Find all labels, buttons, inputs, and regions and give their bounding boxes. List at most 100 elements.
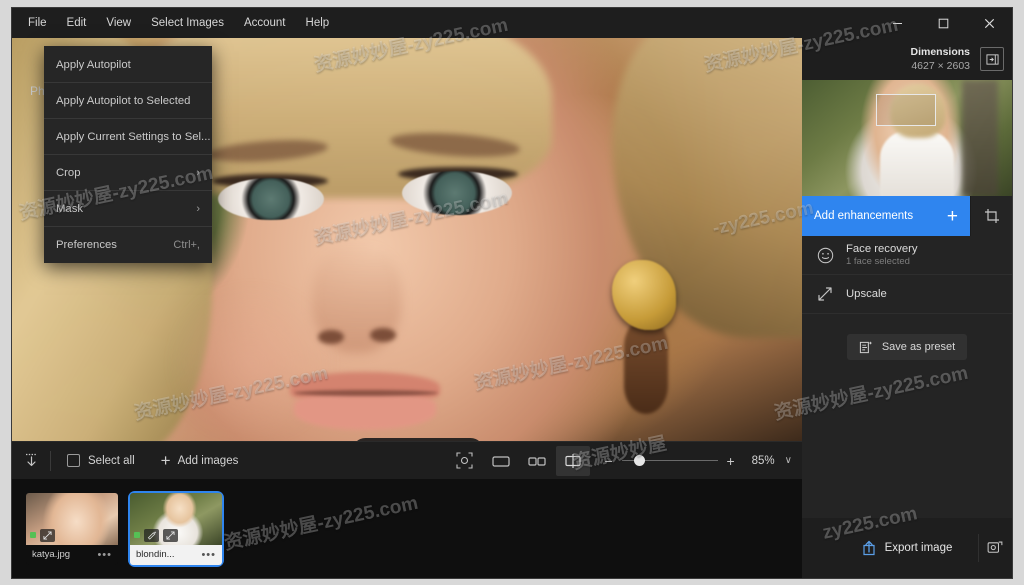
menu-separator: [44, 226, 212, 227]
menu-bar: File Edit View Select Images Account Hel…: [12, 8, 339, 38]
chevron-right-icon: ›: [196, 167, 200, 179]
thumbnail-badges: [134, 529, 178, 542]
zoom-slider[interactable]: [622, 454, 718, 468]
thumbnail-filmstrip: katya.jpg •••: [12, 479, 802, 578]
compare-view-button[interactable]: [556, 446, 590, 476]
thumbnail-image: [130, 493, 222, 545]
export-upload-icon: [862, 540, 876, 556]
photo-detail: [218, 178, 324, 220]
export-image-label: Export image: [885, 542, 953, 554]
edit-dropdown-menu[interactable]: Apply Autopilot Apply Autopilot to Selec…: [44, 46, 212, 263]
close-icon: [984, 18, 995, 29]
app-body: Preview Updated Select all + Add images: [12, 38, 1012, 578]
plus-icon: +: [947, 207, 958, 226]
menu-file[interactable]: File: [18, 11, 57, 35]
menu-separator: [44, 118, 212, 119]
thumbnail-more-button[interactable]: •••: [97, 549, 112, 561]
download-button[interactable]: [12, 442, 50, 480]
dimensions-bar: Dimensions 4627 × 2603: [802, 38, 1012, 80]
menu-item-apply-autopilot-to-selected[interactable]: Apply Autopilot to Selected: [44, 84, 212, 117]
dimensions-info: Dimensions 4627 × 2603: [910, 45, 970, 73]
expand-icon[interactable]: [40, 529, 55, 542]
zoom-out-button[interactable]: −: [602, 453, 616, 469]
fit-to-screen-button[interactable]: [448, 446, 482, 476]
upscale-arrows-icon: [816, 286, 834, 302]
menu-item-apply-current-settings[interactable]: Apply Current Settings to Sel...: [44, 120, 212, 153]
menu-item-apply-autopilot[interactable]: Apply Autopilot: [44, 48, 212, 81]
toolbar-divider: [50, 451, 51, 471]
enhancement-face-recovery[interactable]: Face recovery 1 face selected: [802, 236, 1012, 275]
status-dot-icon: [30, 532, 36, 538]
title-bar: File Edit View Select Images Account Hel…: [12, 8, 1012, 38]
maximize-button[interactable]: [920, 8, 966, 38]
download-icon: [24, 453, 39, 469]
maximize-icon: [938, 18, 949, 29]
photo-detail: [624, 318, 668, 414]
single-view-button[interactable]: [484, 446, 518, 476]
menu-separator: [44, 82, 212, 83]
dimensions-value: 4627 × 2603: [910, 59, 970, 73]
edits-applied-icon[interactable]: [144, 529, 159, 542]
single-view-icon: [492, 454, 510, 468]
select-all-checkbox[interactable]: [67, 454, 80, 467]
menu-item-label: Crop: [56, 167, 81, 179]
menu-item-preferences[interactable]: Preferences Ctrl+,: [44, 228, 212, 261]
crop-button[interactable]: [970, 196, 1012, 236]
select-all-control[interactable]: Select all: [67, 454, 135, 467]
dimensions-label: Dimensions: [910, 45, 970, 59]
panel-collapse-button[interactable]: [980, 47, 1004, 71]
menu-help[interactable]: Help: [296, 11, 340, 35]
menu-item-label: Mask: [56, 203, 83, 215]
thumbnail-blondin[interactable]: blondin... •••: [130, 493, 222, 565]
export-settings-button[interactable]: [978, 534, 1006, 562]
minimize-icon: [892, 18, 903, 29]
menu-view[interactable]: View: [96, 11, 141, 35]
smiley-face-icon: [816, 247, 834, 264]
thumbnail-filename: katya.jpg: [32, 549, 70, 560]
fit-to-screen-icon: [456, 452, 473, 469]
menu-select-images[interactable]: Select Images: [141, 11, 234, 35]
enhancement-name: Upscale: [846, 288, 887, 301]
export-bar: Export image: [802, 518, 1012, 578]
window-controls: [874, 8, 1012, 38]
zoom-slider-knob[interactable]: [634, 455, 645, 466]
add-images-label: Add images: [178, 455, 239, 467]
close-button[interactable]: [966, 8, 1012, 38]
save-preset-label: Save as preset: [882, 341, 955, 353]
menu-account[interactable]: Account: [234, 11, 296, 35]
thumbnail-caption: blondin... •••: [130, 545, 222, 565]
panel-collapse-icon: [986, 53, 999, 66]
preview-thumbnail[interactable]: [802, 80, 1012, 196]
enhancement-text: Face recovery 1 face selected: [846, 243, 918, 268]
thumbnail-badges: [30, 529, 55, 542]
photo-detail: [294, 394, 436, 430]
enhancement-upscale[interactable]: Upscale: [802, 275, 1012, 314]
zoom-in-button[interactable]: +: [724, 453, 738, 469]
split-view-icon: [528, 454, 546, 468]
menu-item-mask[interactable]: Mask ›: [44, 192, 212, 225]
status-dot-icon: [134, 532, 140, 538]
select-all-label: Select all: [88, 455, 135, 467]
export-image-button[interactable]: Export image: [848, 534, 967, 562]
compare-view-icon: [564, 453, 582, 469]
menu-item-crop[interactable]: Crop ›: [44, 156, 212, 189]
save-preset-icon: [859, 340, 874, 355]
preview-detail: [962, 80, 998, 196]
photo-detail: [612, 260, 676, 330]
zoom-control[interactable]: − +: [602, 453, 738, 469]
expand-icon[interactable]: [163, 529, 178, 542]
split-view-button[interactable]: [520, 446, 554, 476]
thumbnail-katya[interactable]: katya.jpg •••: [26, 493, 118, 565]
photo-detail: [294, 390, 438, 396]
save-as-preset-button[interactable]: Save as preset: [847, 334, 967, 360]
minimize-button[interactable]: [874, 8, 920, 38]
face-selection-box[interactable]: [876, 94, 936, 126]
add-images-button[interactable]: + Add images: [161, 452, 239, 469]
chevron-down-icon[interactable]: ∨: [785, 455, 792, 466]
thumbnail-more-button[interactable]: •••: [201, 549, 216, 561]
plus-icon: +: [161, 452, 171, 469]
thumbnail-caption: katya.jpg •••: [26, 545, 118, 565]
thumbnail-image: [26, 493, 118, 545]
add-enhancements-button[interactable]: Add enhancements +: [802, 196, 970, 236]
menu-edit[interactable]: Edit: [57, 11, 97, 35]
